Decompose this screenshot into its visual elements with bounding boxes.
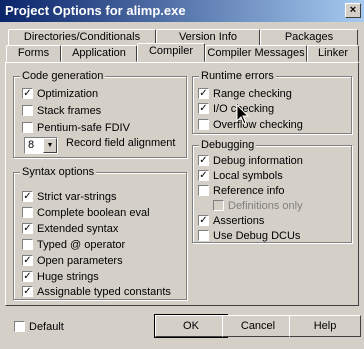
checkbox-box: ✓: [22, 271, 33, 282]
extended-syntax-checkbox[interactable]: ✓ Extended syntax: [22, 221, 118, 236]
title-bar: Project Options for alimp.exe ×: [0, 0, 364, 22]
tab-label: Application: [72, 47, 126, 59]
checkbox-label: Reference info: [213, 184, 285, 197]
tab-directories-conditionals[interactable]: Directories/Conditionals: [8, 29, 156, 46]
checkbox-box: [198, 230, 209, 241]
checkbox-box: [213, 200, 224, 211]
definitions-only-checkbox[interactable]: Definitions only: [213, 198, 303, 213]
tab-label: Compiler: [148, 45, 193, 57]
tab-label: Linker: [318, 47, 348, 59]
optimization-checkbox[interactable]: ✓ Optimization: [22, 86, 98, 101]
checkbox-label: Typed @ operator: [37, 238, 126, 251]
tab-compiler-messages[interactable]: Compiler Messages: [205, 45, 307, 62]
assertions-checkbox[interactable]: ✓ Assertions: [198, 213, 264, 228]
group-title: Runtime errors: [199, 70, 276, 82]
debugging-group: Debugging ✓ Debug information ✓ Local symb…: [192, 139, 352, 243]
checkbox-label: Default: [29, 320, 64, 333]
chevron-down-icon[interactable]: ▼: [43, 138, 57, 153]
group-title: Syntax options: [20, 166, 97, 178]
mouse-cursor-icon: [236, 104, 250, 125]
group-title: Code generation: [20, 70, 106, 82]
tab-label: Forms: [17, 47, 50, 59]
checkbox-label: Debug information: [213, 154, 303, 167]
checkbox-label: Huge strings: [37, 270, 99, 283]
record-field-alignment-label: Record field alignment: [66, 137, 176, 149]
checkbox-box: [22, 239, 33, 250]
open-parameters-checkbox[interactable]: ✓ Open parameters: [22, 253, 123, 268]
cancel-button[interactable]: Cancel: [222, 315, 294, 337]
checkbox-box: [22, 207, 33, 218]
ok-button[interactable]: OK: [154, 314, 228, 338]
checkbox-label: Stack frames: [37, 104, 102, 117]
checkbox-label: Assertions: [213, 214, 265, 227]
checkbox-box: ✓: [22, 255, 33, 266]
checkbox-box: ✓: [198, 155, 209, 166]
code-generation-group: Code generation ✓ Optimization Stack fram…: [13, 70, 187, 158]
typed-operator-checkbox[interactable]: Typed @ operator: [22, 237, 125, 252]
tab-packages[interactable]: Packages: [260, 29, 358, 46]
group-title: Debugging: [199, 139, 257, 151]
close-button[interactable]: ×: [345, 3, 361, 18]
tab-compiler[interactable]: Compiler: [137, 43, 205, 62]
checkbox-box: [198, 185, 209, 196]
tab-label: Version Info: [178, 31, 238, 43]
checkbox-box: ✓: [198, 88, 209, 99]
range-checking-checkbox[interactable]: ✓ Range checking: [198, 86, 292, 101]
window-title: Project Options for alimp.exe: [5, 3, 186, 18]
tab-application[interactable]: Application: [61, 45, 137, 62]
checkbox-label: Overflow checking: [213, 118, 303, 131]
checkbox-label: Pentium-safe FDIV: [37, 121, 130, 134]
checkbox-box: [14, 321, 25, 332]
local-symbols-checkbox[interactable]: ✓ Local symbols: [198, 168, 283, 183]
help-button[interactable]: Help: [289, 315, 361, 337]
debug-information-checkbox[interactable]: ✓ Debug information: [198, 153, 303, 168]
tab-label: Packages: [284, 31, 334, 43]
checkbox-label: Strict var-strings: [37, 190, 117, 203]
overflow-checking-checkbox[interactable]: Overflow checking: [198, 117, 303, 132]
checkbox-label: Range checking: [213, 87, 292, 100]
assignable-typed-constants-checkbox[interactable]: ✓ Assignable typed constants: [22, 284, 171, 299]
checkbox-box: ✓: [198, 103, 209, 114]
checkbox-box: ✓: [198, 170, 209, 181]
pentium-safe-fdiv-checkbox[interactable]: Pentium-safe FDIV: [22, 120, 130, 135]
checkbox-box: [22, 122, 33, 133]
strict-var-strings-checkbox[interactable]: ✓ Strict var-strings: [22, 189, 116, 204]
checkbox-box: ✓: [22, 191, 33, 202]
complete-boolean-eval-checkbox[interactable]: Complete boolean eval: [22, 205, 150, 220]
checkbox-box: ✓: [22, 286, 33, 297]
checkbox-box: [198, 119, 209, 130]
record-field-alignment-select[interactable]: 8 ▼: [24, 137, 58, 154]
checkbox-label: Open parameters: [37, 254, 123, 267]
checkbox-label: Use Debug DCUs: [213, 229, 301, 242]
checkbox-box: ✓: [22, 88, 33, 99]
reference-info-checkbox[interactable]: Reference info: [198, 183, 285, 198]
stack-frames-checkbox[interactable]: Stack frames: [22, 103, 101, 118]
select-value: 8: [28, 139, 35, 151]
syntax-options-group: Syntax options ✓ Strict var-strings Compl…: [13, 166, 187, 300]
huge-strings-checkbox[interactable]: ✓ Huge strings: [22, 269, 99, 284]
tab-label: Compiler Messages: [207, 47, 305, 59]
checkbox-box: ✓: [198, 215, 209, 226]
runtime-errors-group: Runtime errors ✓ Range checking ✓ I/O chec…: [192, 70, 352, 134]
tab-forms[interactable]: Forms: [6, 45, 61, 62]
tab-linker[interactable]: Linker: [307, 45, 359, 62]
checkbox-label: Local symbols: [213, 169, 283, 182]
default-checkbox[interactable]: Default: [14, 319, 64, 334]
checkbox-box: ✓: [22, 223, 33, 234]
checkbox-label: Extended syntax: [37, 222, 119, 235]
checkbox-label: Complete boolean eval: [37, 206, 150, 219]
checkbox-label: Optimization: [37, 87, 99, 100]
use-debug-dcus-checkbox[interactable]: Use Debug DCUs: [198, 228, 300, 243]
tab-label: Directories/Conditionals: [23, 31, 141, 43]
checkbox-label: Definitions only: [228, 199, 303, 212]
checkbox-label: Assignable typed constants: [37, 285, 171, 298]
checkbox-box: [22, 105, 33, 116]
